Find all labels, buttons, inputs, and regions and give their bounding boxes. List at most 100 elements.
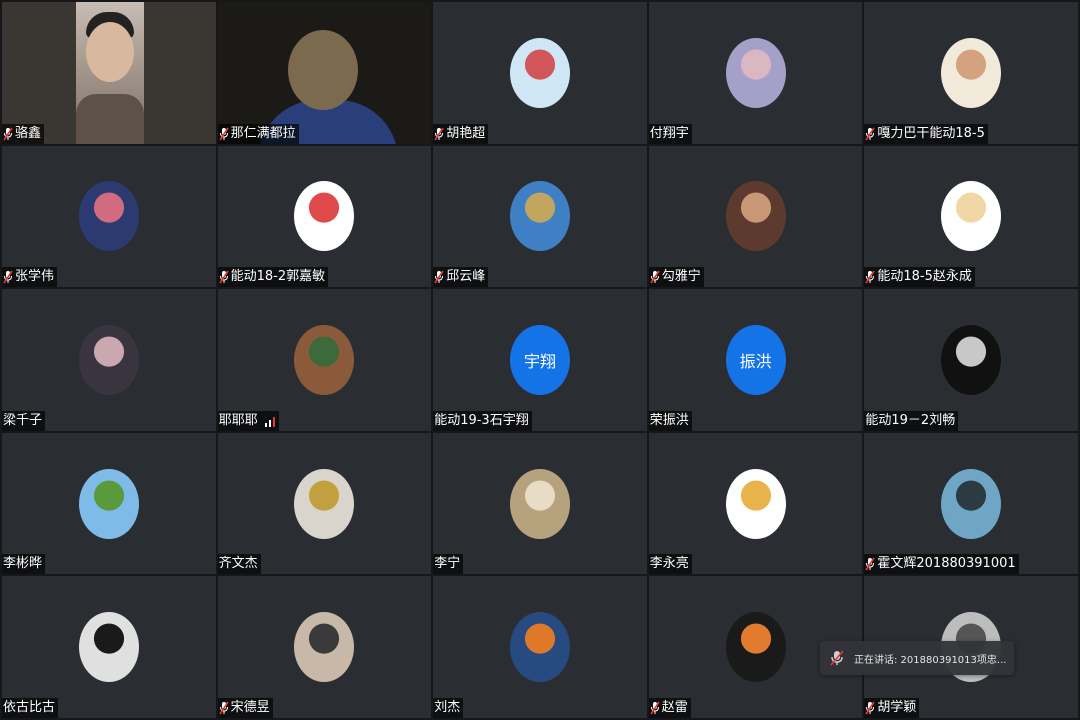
avatar: 宇翔 — [509, 324, 570, 395]
avatar — [509, 37, 570, 108]
participant-name-label: 胡艳超 — [433, 123, 489, 144]
participant-name-label: 能动19-3石宇翔 — [433, 410, 532, 431]
participant-name: 依古比古 — [3, 700, 56, 715]
participant-name: 能动18-2郭嘉敏 — [230, 269, 326, 285]
participant-name: 能动18-5赵永成 — [877, 269, 972, 285]
participant-name-label: 梁千子 — [2, 410, 46, 431]
participant-name-label: 依古比古 — [2, 698, 59, 718]
avatar — [509, 181, 570, 252]
participant-tile[interactable]: 能动18-2郭嘉敏 — [217, 145, 432, 288]
participant-name: 李宁 — [434, 556, 461, 572]
participant-name-label: 李永亮 — [648, 554, 692, 575]
avatar — [294, 324, 355, 395]
participant-name: 齐文杰 — [218, 556, 258, 572]
avatar — [725, 37, 786, 108]
participant-name: 李彬晔 — [3, 556, 43, 572]
participant-name-label: 邱云峰 — [433, 267, 489, 288]
participant-name-label: 付翔宇 — [648, 123, 692, 144]
participant-name-label: 霍文辉201880391001 — [864, 554, 1019, 575]
avatar — [941, 37, 1002, 108]
participant-name-label: 齐文杰 — [217, 554, 261, 575]
participant-name-label: 张学伟 — [2, 267, 58, 288]
avatar — [509, 612, 570, 683]
mic-muted-icon — [650, 701, 660, 715]
participant-tile[interactable]: 张学伟 — [2, 145, 216, 288]
avatar: 振洪 — [725, 324, 786, 395]
mic-muted-icon — [3, 127, 13, 141]
participant-name-label: 嘎力巴干能动18-5 — [864, 123, 988, 144]
speaking-toast: 正在讲话: 201880391013项忠... — [820, 641, 1014, 675]
mic-muted-icon — [434, 127, 444, 141]
participant-name: 李永亮 — [649, 556, 689, 572]
participant-name: 勾雅宁 — [661, 269, 701, 285]
participant-name: 付翔宇 — [649, 125, 689, 141]
participant-name-label: 李彬晔 — [2, 554, 46, 575]
participant-name: 能动19-3石宇翔 — [434, 412, 529, 428]
participant-name-label: 胡学颖 — [864, 698, 920, 718]
participant-tile[interactable]: 邱云峰 — [433, 145, 647, 288]
participant-name: 耶耶耶 — [218, 412, 258, 428]
participant-name-label: 李宁 — [433, 554, 464, 575]
mic-muted-icon — [865, 270, 876, 284]
avatar — [725, 181, 786, 252]
avatar — [294, 468, 355, 539]
avatar — [78, 612, 139, 683]
avatar — [78, 468, 139, 539]
participant-tile[interactable]: 李宁 — [433, 432, 647, 575]
avatar — [941, 181, 1002, 252]
participant-name: 荣振洪 — [649, 412, 689, 428]
participant-tile[interactable]: 耶耶耶 — [217, 289, 432, 431]
participant-video — [218, 2, 432, 144]
participant-tile[interactable]: 付翔宇 — [648, 2, 863, 144]
participant-tile[interactable]: 能动19－2刘畅 — [864, 289, 1078, 431]
participant-name: 霍文辉201880391001 — [877, 556, 1016, 572]
participant-name-label: 能动18-5赵永成 — [864, 267, 975, 288]
participant-tile[interactable]: 李永亮 — [648, 432, 863, 575]
mic-muted-icon — [865, 701, 876, 715]
signal-strength-icon — [264, 416, 275, 427]
avatar — [941, 468, 1002, 539]
participant-tile[interactable]: 那仁满都拉 — [217, 2, 432, 144]
avatar — [725, 468, 786, 539]
participant-name: 宋德昱 — [230, 700, 270, 715]
participant-tile[interactable]: 宋德昱 — [217, 576, 432, 718]
participant-tile[interactable]: 勾雅宁 — [648, 145, 863, 288]
participant-tile[interactable]: 刘杰 — [433, 576, 647, 718]
avatar — [78, 324, 139, 395]
participant-name: 梁千子 — [3, 412, 43, 428]
participant-name-label: 耶耶耶 — [217, 410, 279, 431]
avatar — [78, 181, 139, 252]
participant-name: 能动19－2刘畅 — [865, 412, 956, 428]
participant-tile[interactable]: 骆鑫 — [2, 2, 216, 144]
participant-name: 胡艳超 — [446, 125, 486, 141]
mic-muted-icon — [3, 270, 13, 284]
mic-muted-icon — [218, 701, 229, 715]
participant-name: 刘杰 — [434, 700, 461, 715]
mic-muted-icon — [830, 650, 844, 666]
participant-tile[interactable]: 胡艳超 — [433, 2, 647, 144]
participant-name: 邱云峰 — [446, 269, 486, 285]
participant-name-label: 那仁满都拉 — [217, 123, 299, 144]
participant-name-label: 能动18-2郭嘉敏 — [217, 267, 329, 288]
participant-tile[interactable]: 李彬晔 — [2, 432, 216, 575]
participant-name-label: 赵雷 — [648, 698, 691, 718]
participant-name: 骆鑫 — [15, 125, 42, 141]
participant-tile[interactable]: 齐文杰 — [217, 432, 432, 575]
participant-tile[interactable]: 嘎力巴干能动18-5 — [864, 2, 1078, 144]
participant-tile[interactable]: 霍文辉201880391001 — [864, 432, 1078, 575]
participant-name-label: 刘杰 — [433, 698, 464, 718]
speaking-toast-text: 正在讲话: 201880391013项忠... — [854, 654, 1007, 666]
participant-name-label: 骆鑫 — [2, 123, 45, 144]
participant-tile[interactable]: 宇翔能动19-3石宇翔 — [433, 289, 647, 431]
avatar — [941, 324, 1002, 395]
participant-name: 赵雷 — [661, 700, 688, 715]
participant-name: 嘎力巴干能动18-5 — [877, 125, 985, 141]
participant-tile[interactable]: 依古比古 — [2, 576, 216, 718]
participant-video — [76, 2, 144, 144]
participant-tile[interactable]: 能动18-5赵永成 — [864, 145, 1078, 288]
video-grid: 骆鑫 那仁满都拉 胡艳超 付翔宇 嘎力巴干能动18-5 张学伟 能动18-2郭嘉敏 邱云峰 勾雅… — [0, 0, 1080, 720]
participant-tile[interactable]: 梁千子 — [2, 289, 216, 431]
mic-muted-icon — [434, 270, 444, 284]
participant-tile[interactable]: 振洪荣振洪 — [648, 289, 863, 431]
mic-muted-icon — [650, 270, 660, 284]
